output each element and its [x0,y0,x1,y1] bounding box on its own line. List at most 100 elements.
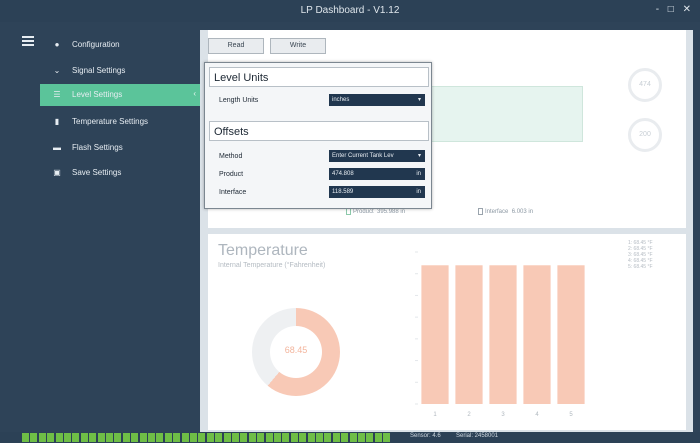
read-button[interactable]: Read [208,38,264,54]
sidebar-item-save-settings[interactable]: ▣ Save Settings [40,162,200,184]
sidebar-item-temperature-settings[interactable]: ▮ Temperature Settings [40,111,200,133]
method-select[interactable]: Enter Current Tank Lev ▾ [329,150,425,162]
status-led [383,433,391,442]
status-led [257,433,265,442]
temperature-bar-1 [421,265,449,404]
status-led [282,433,290,442]
gear-icon: ● [54,40,60,49]
title-bar: LP Dashboard - V1.12 - □ ✕ [0,0,700,22]
legend-interface: Interface 6.003 in [478,208,533,215]
interface-gauge-value: 200 [639,131,651,138]
interface-input[interactable]: 118.589 in [329,186,425,198]
product-gauge-value: 474 [639,81,651,88]
status-led [181,433,189,442]
chevron-down-icon: ▾ [417,97,421,103]
status-led [223,433,231,442]
status-led [38,433,46,442]
status-led [290,433,298,442]
window-controls[interactable]: - □ ✕ [656,4,694,15]
length-units-select[interactable]: inches ▾ [329,94,425,106]
write-button[interactable]: Write [270,38,326,54]
status-led [47,433,55,442]
status-led [114,433,122,442]
x-tick-label: 4 [535,412,539,418]
status-led [190,433,197,442]
chevron-down-icon: ⌄ [53,66,61,75]
temperature-bar-5 [557,265,585,404]
temperature-panel: Temperature Internal Temperature (°Fahre… [208,234,686,430]
sidebar: ● Configuration ⌄ Signal Settings ☰ Leve… [0,22,200,422]
temperature-title: Temperature [218,242,308,259]
status-led [265,433,273,442]
level-settings-popup: Level Units Length Units inches ▾ Offset… [204,62,432,209]
sidebar-item-configuration[interactable]: ● Configuration [40,34,200,56]
flash-drive-icon: ▬ [53,143,61,152]
method-label: Method [219,153,243,160]
status-led [215,433,223,442]
status-led [156,433,164,442]
product-unit: in [416,171,421,177]
sidebar-item-label: Level Settings [72,90,123,99]
temperature-value: 68.45 [284,345,308,355]
legend-swatch [346,208,351,215]
save-icon: ▣ [53,168,61,177]
status-led [358,433,365,442]
product-input[interactable]: 474.808 in [329,168,425,180]
x-tick-label: 2 [467,412,471,418]
status-led [341,433,349,442]
temperature-bar-4 [523,265,551,404]
status-led [64,433,71,442]
status-led [198,433,206,442]
status-bar: Sensor: 4.6 Serial: 2458001 [0,432,700,443]
interface-label: Interface [219,189,247,196]
legend-swatch [478,208,483,215]
offsets-title: Offsets [209,121,429,141]
x-tick-label: 5 [569,412,573,418]
status-led [106,433,113,442]
sidebar-item-label: Temperature Settings [72,117,149,126]
status-led [349,433,357,442]
legend-entry: 5: 68.45 °F [628,264,653,270]
app-window: LP Dashboard - V1.12 - □ ✕ ● Configurati… [0,0,700,443]
thermometer-icon: ▮ [54,117,60,126]
legend-product-value: 395.988 in [377,209,406,216]
sidebar-item-label: Signal Settings [72,66,126,75]
status-led [131,433,139,442]
x-tick-label: 3 [501,412,505,418]
status-led [206,433,214,442]
status-led [240,433,248,442]
sidebar-item-label: Configuration [72,40,120,49]
interface-unit: in [416,189,421,195]
chevron-down-icon: ▾ [417,153,421,159]
status-led [80,433,88,442]
interface-gauge: 200 [628,118,662,152]
status-led [72,433,80,442]
status-led [248,433,256,442]
temperature-bar-2 [455,265,483,404]
sidebar-item-label: Save Settings [72,168,122,177]
legend-product-label: Product [353,209,374,216]
grid-icon: ☰ [53,90,61,99]
length-units-value: inches [332,97,350,103]
status-led [316,433,323,442]
status-led [55,433,63,442]
method-value: Enter Current Tank Lev [332,153,394,159]
sidebar-item-flash-settings[interactable]: ▬ Flash Settings [40,137,200,159]
sidebar-item-signal-settings[interactable]: ⌄ Signal Settings [40,60,200,82]
temperature-subtitle: Internal Temperature (°Fahrenheit) [218,262,326,269]
status-led [332,433,340,442]
product-label: Product [219,171,244,178]
sidebar-item-level-settings[interactable]: ☰ Level Settings ‹ [40,84,200,106]
status-led [307,433,315,442]
status-led [122,433,130,442]
serial-status: Serial: 2458001 [456,433,499,439]
status-led [30,433,38,442]
hamburger-menu-icon[interactable] [22,36,34,46]
temperature-bar-chart: 1 2 3 4 5 [415,251,585,418]
length-units-label: Length Units [219,97,259,104]
status-led [164,433,172,442]
temperature-legend: 1: 68.45 °F 2: 68.45 °F 3: 68.45 °F 4: 68.4… [628,240,653,270]
status-led [232,433,239,442]
legend-interface-value: 6.003 in [511,209,534,216]
status-led [173,433,181,442]
